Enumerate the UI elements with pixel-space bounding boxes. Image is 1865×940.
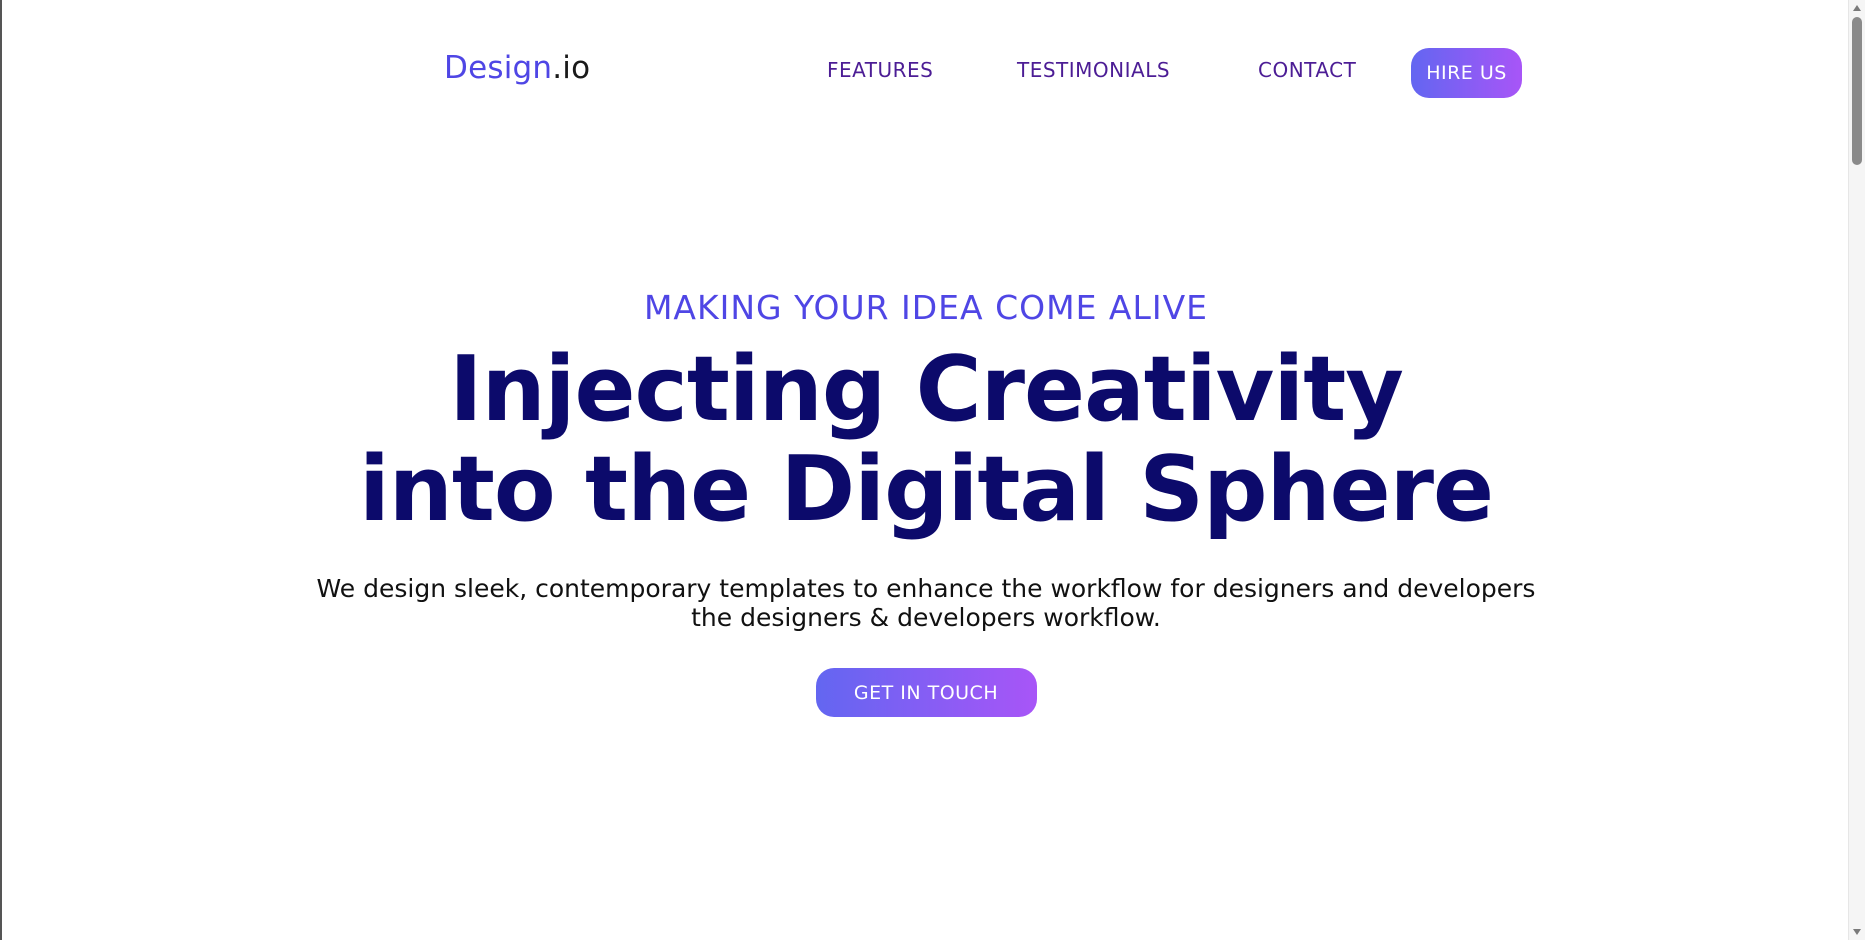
hero-description: We design sleek, contemporary templates … — [2, 574, 1850, 632]
hero-headline: Injecting Creativity into the Digital Sp… — [2, 340, 1850, 540]
vertical-scrollbar[interactable] — [1848, 0, 1865, 940]
hire-us-button[interactable]: HIRE US — [1411, 48, 1522, 98]
hero-section: MAKING YOUR IDEA COME ALIVE Injecting Cr… — [2, 280, 1850, 717]
browser-viewport: Design.io FEATURES TESTIMONIALS CONTACT … — [0, 0, 1865, 940]
nav-link-testimonials[interactable]: TESTIMONIALS — [1017, 58, 1170, 82]
get-in-touch-button[interactable]: GET IN TOUCH — [815, 668, 1037, 717]
scrollbar-thumb[interactable] — [1852, 17, 1862, 165]
logo-suffix: .io — [552, 50, 591, 86]
hero-eyebrow: MAKING YOUR IDEA COME ALIVE — [643, 288, 1209, 327]
hero-headline-line-1: Injecting Creativity — [449, 337, 1404, 442]
logo[interactable]: Design.io — [444, 50, 590, 86]
scroll-down-arrow-icon[interactable] — [1853, 929, 1861, 935]
hero-description-line-1: We design sleek, contemporary templates … — [316, 574, 1536, 603]
nav-link-contact[interactable]: CONTACT — [1258, 58, 1356, 82]
nav-link-features[interactable]: FEATURES — [827, 58, 933, 82]
logo-brand: Design — [444, 50, 553, 86]
hero-headline-line-2: into the Digital Sphere — [358, 437, 1494, 542]
hero-description-line-2: the designers & developers workflow. — [691, 603, 1161, 632]
scroll-up-arrow-icon[interactable] — [1853, 5, 1861, 11]
